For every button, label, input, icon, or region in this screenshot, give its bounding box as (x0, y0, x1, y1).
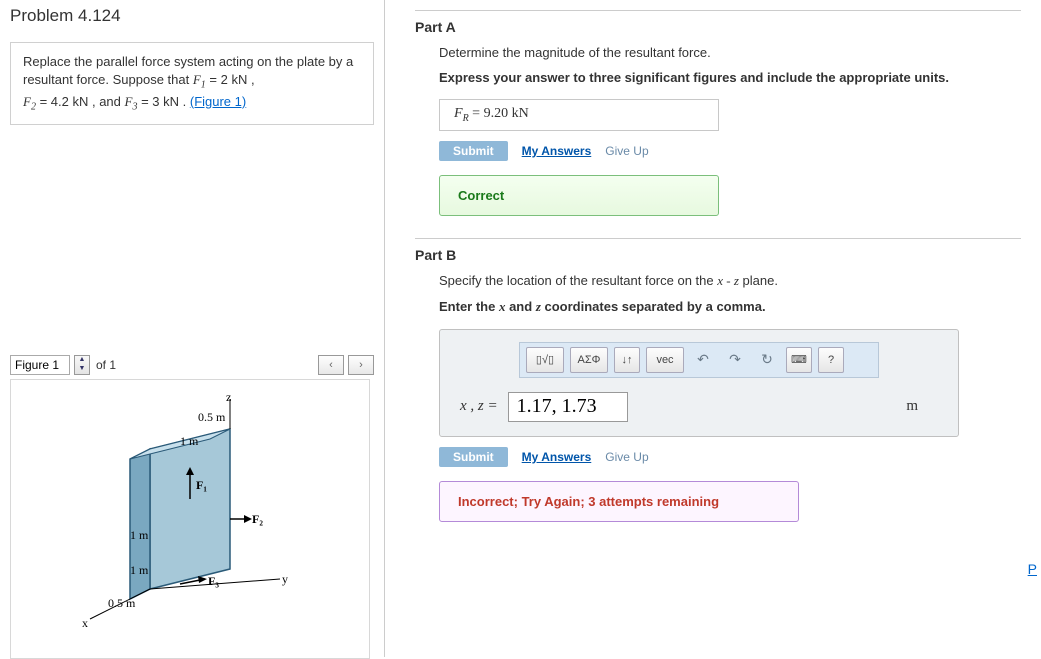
dim-x-mid: 1 m (130, 563, 149, 577)
part-b-eq-label: x , z = (460, 398, 498, 415)
figure-of-label: of 1 (96, 358, 116, 372)
part-b-plane: x - z (717, 273, 739, 288)
prompt-text-3: = 4.2 kN , and (40, 94, 125, 109)
dim-z-top: 0.5 m (198, 410, 226, 424)
force-f2-label: F₂ (252, 512, 263, 526)
tool-subscript-button[interactable]: ↓↑ (614, 347, 640, 373)
pb-b2: and (505, 299, 535, 314)
axis-z-label: z (226, 390, 231, 404)
part-b-desc-prefix: Specify the location of the resultant fo… (439, 273, 717, 288)
part-b-submit-button[interactable]: Submit (439, 447, 508, 467)
part-a-bold: Express your answer to three significant… (439, 70, 1021, 85)
figure-prev-button[interactable]: ‹ (318, 355, 344, 375)
figure-number-input[interactable] (10, 355, 70, 375)
tool-vec-button[interactable]: vec (646, 347, 684, 373)
force-f3-label: F₃ (208, 574, 219, 588)
axis-y-label: y (282, 572, 288, 586)
tool-keyboard-button[interactable]: ⌨ (786, 347, 812, 373)
part-b-desc-suffix: plane. (739, 273, 778, 288)
dim-x-bot: 0.5 m (108, 596, 136, 610)
dim-z-mid: 1 m (180, 434, 199, 448)
figure-link[interactable]: (Figure 1) (190, 94, 246, 109)
var-f3: F3 (125, 94, 138, 109)
force-f1-label: F₁ (196, 478, 207, 492)
pb-b1: Enter the (439, 299, 499, 314)
part-b-unit: m (906, 398, 938, 415)
var-f2: F2 (23, 94, 36, 109)
prompt-text-1: Replace the parallel force system acting… (23, 54, 353, 87)
pb-b3: coordinates separated by a comma. (541, 299, 766, 314)
tool-redo-button[interactable]: ↷ (722, 347, 748, 373)
figure-image: x y z F₁ F₂ F₃ 0.5 m 1 m 1 m 1 m 0.5 m (10, 379, 370, 659)
part-b-bold: Enter the x and z coordinates separated … (439, 299, 1021, 315)
equation-toolbar: ▯√▯ ΑΣΦ ↓↑ vec ↶ ↷ ↻ ⌨ ? (519, 342, 879, 378)
tool-template-button[interactable]: ▯√▯ (526, 347, 564, 373)
part-a-correct-feedback: Correct (439, 175, 719, 216)
part-b-title: Part B (415, 247, 1021, 263)
problem-title: Problem 4.124 (10, 6, 374, 26)
part-a-submit-button[interactable]: Submit (439, 141, 508, 161)
part-b-input-panel: ▯√▯ ΑΣΦ ↓↑ vec ↶ ↷ ↻ ⌨ ? x , z = m (439, 329, 959, 437)
prompt-text-4: = 3 kN . (141, 94, 190, 109)
part-a-answer-box: FR = 9.20 kN (439, 99, 719, 131)
prompt-text-2: = 2 kN , (209, 72, 254, 87)
part-a-answer-value: 9.20 kN (484, 106, 529, 121)
part-b-desc: Specify the location of the resultant fo… (439, 273, 1021, 289)
part-a-my-answers-link[interactable]: My Answers (522, 144, 592, 158)
part-a-give-up-link[interactable]: Give Up (605, 144, 648, 158)
tool-undo-button[interactable]: ↶ (690, 347, 716, 373)
part-b-give-up-link[interactable]: Give Up (605, 450, 648, 464)
part-b-answer-input[interactable] (508, 392, 628, 422)
tool-greek-button[interactable]: ΑΣΦ (570, 347, 608, 373)
problem-prompt: Replace the parallel force system acting… (10, 42, 374, 125)
figure-spinner[interactable]: ▲▼ (74, 355, 90, 375)
part-b-my-answers-link[interactable]: My Answers (522, 450, 592, 464)
tool-help-button[interactable]: ? (818, 347, 844, 373)
figure-next-button[interactable]: › (348, 355, 374, 375)
axis-x-label: x (82, 616, 88, 630)
page-link[interactable]: P (1028, 561, 1037, 577)
part-a-title: Part A (415, 19, 1021, 35)
part-a-desc: Determine the magnitude of the resultant… (439, 45, 1021, 60)
tool-reset-button[interactable]: ↻ (754, 347, 780, 373)
var-f1: F1 (193, 72, 206, 87)
dim-x-top: 1 m (130, 528, 149, 542)
part-b-incorrect-feedback: Incorrect; Try Again; 3 attempts remaini… (439, 481, 799, 522)
